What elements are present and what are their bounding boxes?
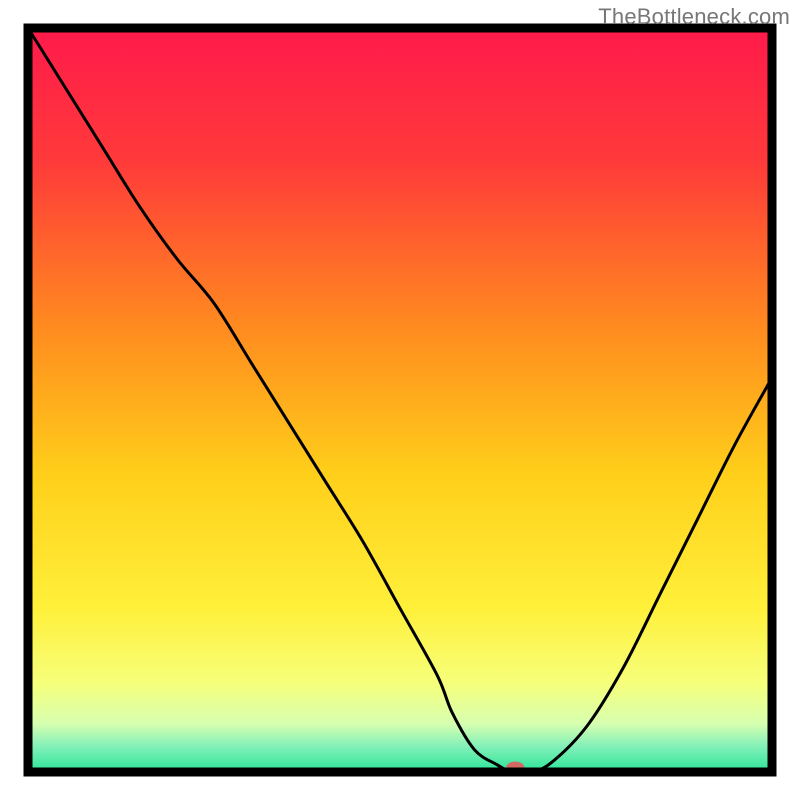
plot-background (28, 28, 772, 772)
chart-container: TheBottleneck.com (0, 0, 800, 800)
bottleneck-chart (0, 0, 800, 800)
watermark-text: TheBottleneck.com (598, 4, 790, 30)
